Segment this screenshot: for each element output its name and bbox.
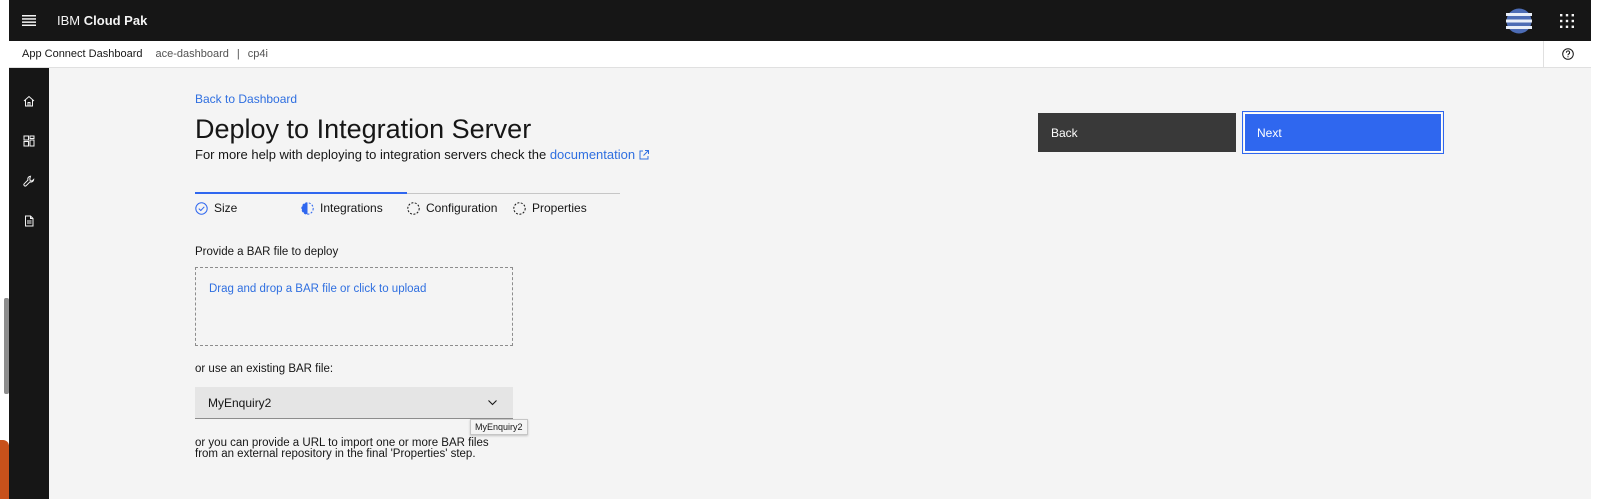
documentation-link-label: documentation	[549, 147, 636, 162]
url-note: or you can provide a URL to import one o…	[195, 437, 489, 460]
app-name[interactable]: App Connect Dashboard	[22, 48, 142, 60]
back-button[interactable]: Back	[1038, 113, 1236, 152]
product-brand[interactable]: IBM Cloud Pak	[57, 13, 147, 28]
help-text: For more help with deploying to integrat…	[195, 147, 650, 162]
right-window-edge	[1591, 0, 1600, 499]
dropzone-text: Drag and drop a BAR file or click to upl…	[209, 283, 427, 295]
select-tooltip: MyEnquiry2	[470, 419, 528, 435]
main-content: Back to Dashboard Deploy to Integration …	[49, 68, 1591, 499]
brand-name: Cloud Pak	[83, 13, 148, 28]
select-value: MyEnquiry2	[208, 395, 272, 410]
context-separator: |	[236, 48, 240, 60]
nav-item-home[interactable]	[9, 81, 49, 121]
bar-file-label: Provide a BAR file to deploy	[195, 246, 339, 258]
namespace-name: cp4i	[247, 48, 268, 60]
documentation-link[interactable]: documentation	[550, 147, 650, 162]
document-icon	[25, 215, 34, 227]
menu-icon	[22, 15, 36, 26]
existing-bar-label: or use an existing BAR file:	[195, 363, 334, 375]
bar-file-dropzone[interactable]: Drag and drop a BAR file or click to upl…	[195, 267, 513, 346]
dashed-circle-icon	[513, 201, 526, 215]
step-label: Size	[214, 201, 238, 215]
instance-name: ace-dashboard	[155, 48, 229, 60]
step-size[interactable]: Size	[195, 201, 237, 215]
side-navigation	[9, 68, 49, 499]
brand-prefix: IBM	[57, 13, 81, 28]
nav-item-dashboard[interactable]	[9, 121, 49, 161]
help-icon	[1561, 48, 1574, 60]
context-bar: App Connect Dashboard ace-dashboard | cp…	[9, 40, 1591, 68]
checkmark-circle-icon	[195, 201, 208, 215]
wrench-icon	[23, 175, 35, 187]
nav-item-documents[interactable]	[9, 201, 49, 241]
progress-fill	[195, 192, 407, 194]
user-avatar-button[interactable]	[1495, 0, 1543, 41]
half-filled-circle-icon	[301, 201, 314, 215]
home-icon	[23, 95, 35, 107]
step-label: Configuration	[426, 201, 498, 215]
help-text-body: For more help with deploying to integrat…	[195, 147, 547, 162]
next-button[interactable]: Next	[1242, 111, 1444, 154]
top-header: IBM Cloud Pak	[9, 0, 1591, 41]
avatar-icon	[1506, 8, 1532, 33]
step-integrations[interactable]: Integrations	[301, 201, 383, 215]
app-switcher-button[interactable]	[1543, 0, 1591, 41]
background-window-edge	[0, 440, 9, 499]
step-configuration[interactable]: Configuration	[407, 201, 497, 215]
page-title: Deploy to Integration Server	[195, 114, 532, 144]
help-button[interactable]	[1543, 40, 1591, 68]
dashed-circle-icon	[407, 201, 420, 215]
step-label: Properties	[532, 201, 587, 215]
url-note-line2: from an external repository in the final…	[195, 448, 476, 460]
nav-item-tools[interactable]	[9, 161, 49, 201]
external-link-icon	[639, 150, 650, 160]
dashboard-icon	[23, 135, 35, 147]
hamburger-menu-button[interactable]	[9, 0, 49, 41]
app-switcher-icon	[1560, 13, 1574, 28]
left-window-edge	[0, 0, 9, 499]
back-to-dashboard-link[interactable]: Back to Dashboard	[195, 92, 297, 106]
step-properties[interactable]: Properties	[513, 201, 587, 215]
chevron-down-icon	[488, 400, 497, 406]
existing-bar-select[interactable]: MyEnquiry2	[195, 387, 513, 419]
step-label: Integrations	[320, 201, 383, 215]
progress-indicator: Size Integrations Configuration Properti…	[195, 192, 620, 223]
